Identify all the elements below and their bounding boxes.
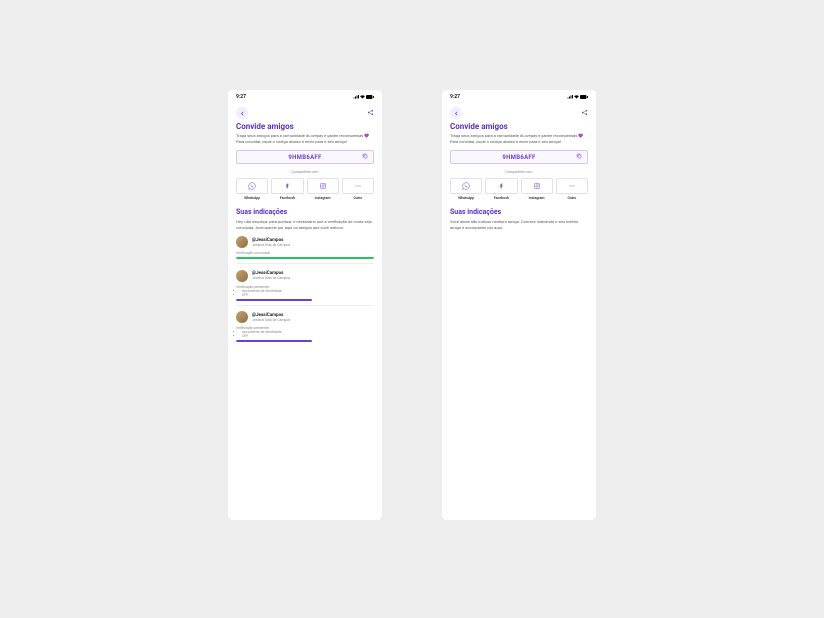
share-facebook[interactable]: Facebook (485, 178, 517, 200)
whatsapp-icon (462, 182, 470, 190)
avatar (236, 311, 248, 323)
status-bar: 9:27 (442, 90, 596, 104)
referral-code: 9HMB6AFF (288, 154, 321, 161)
share-row: WhatsApp Facebook Instagram Outro (236, 178, 374, 200)
referral-fullname: Jessica Dias de Campos (252, 276, 290, 280)
progress-bar (236, 340, 374, 342)
more-icon (568, 182, 576, 190)
arrow-left-icon (240, 111, 245, 116)
share-icon (581, 109, 588, 116)
progress-bar (236, 257, 374, 259)
referral-status: Verificação pendente: documento de ident… (236, 326, 374, 338)
progress-bar (236, 299, 374, 301)
page-desc: Traga seus amigos para a comunidade #Lov… (236, 133, 374, 144)
status-indicators (353, 95, 374, 99)
avatar (236, 270, 248, 282)
nav-bar (442, 104, 596, 122)
more-icon (354, 182, 362, 190)
referral-status: Verificação pendente: documento de ident… (236, 285, 374, 297)
referral-code-box[interactable]: 9HMB6AFF (236, 150, 374, 164)
phone-screen-filled: 9:27 Convide amigos Traga seus amigos pa… (228, 90, 382, 520)
referral-fullname: Jessica Dias de Campos (252, 318, 290, 322)
back-button[interactable] (236, 107, 248, 119)
referrals-desc: Hey, não esqueça: para pontuar, é necess… (236, 219, 374, 230)
share-button[interactable] (581, 109, 588, 118)
page-title: Convide amigos (450, 122, 588, 131)
page-title: Convide amigos (236, 122, 374, 131)
referral-item: @JessiCampos Jessica Dias de Campos Veri… (236, 270, 374, 306)
status-time: 9:27 (450, 94, 460, 100)
status-indicators (567, 95, 588, 99)
referral-item: @JessiCampos Jessica Dias de Campos Veri… (236, 236, 374, 264)
avatar (236, 236, 248, 248)
page-desc: Traga seus amigos para a comunidade #Lov… (450, 133, 588, 144)
share-row: WhatsApp Facebook Instagram Outro (450, 178, 588, 200)
copy-icon[interactable] (576, 153, 582, 161)
referral-code: 9HMB6AFF (502, 154, 535, 161)
referrals-desc-empty: Você ainda não indicou nenhum amigo. Com… (450, 219, 588, 230)
instagram-icon (319, 182, 327, 190)
status-time: 9:27 (236, 94, 246, 100)
facebook-icon (497, 182, 505, 190)
facebook-icon (283, 182, 291, 190)
copy-icon[interactable] (362, 153, 368, 161)
share-icon (367, 109, 374, 116)
referrals-title: Suas indicações (450, 208, 588, 216)
share-instagram[interactable]: Instagram (307, 178, 339, 200)
share-whatsapp[interactable]: WhatsApp (450, 178, 482, 200)
share-facebook[interactable]: Facebook (271, 178, 303, 200)
referral-fullname: Jessica Dias de Campos (252, 243, 290, 247)
referral-code-box[interactable]: 9HMB6AFF (450, 150, 588, 164)
share-whatsapp[interactable]: WhatsApp (236, 178, 268, 200)
status-bar: 9:27 (228, 90, 382, 104)
referral-status: Verificação concluída! (236, 251, 374, 255)
referral-item: @JessiCampos Jessica Dias de Campos Veri… (236, 311, 374, 342)
share-instagram[interactable]: Instagram (521, 178, 553, 200)
share-other[interactable]: Outro (342, 178, 374, 200)
share-other[interactable]: Outro (556, 178, 588, 200)
back-button[interactable] (450, 107, 462, 119)
phone-screen-empty: 9:27 Convide amigos Traga seus amigos pa… (442, 90, 596, 520)
referrals-title: Suas indicações (236, 208, 374, 216)
instagram-icon (533, 182, 541, 190)
nav-bar (228, 104, 382, 122)
share-button[interactable] (367, 109, 374, 118)
share-label: Compartilhe com (450, 170, 588, 174)
arrow-left-icon (454, 111, 459, 116)
share-label: Compartilhe com (236, 170, 374, 174)
whatsapp-icon (248, 182, 256, 190)
